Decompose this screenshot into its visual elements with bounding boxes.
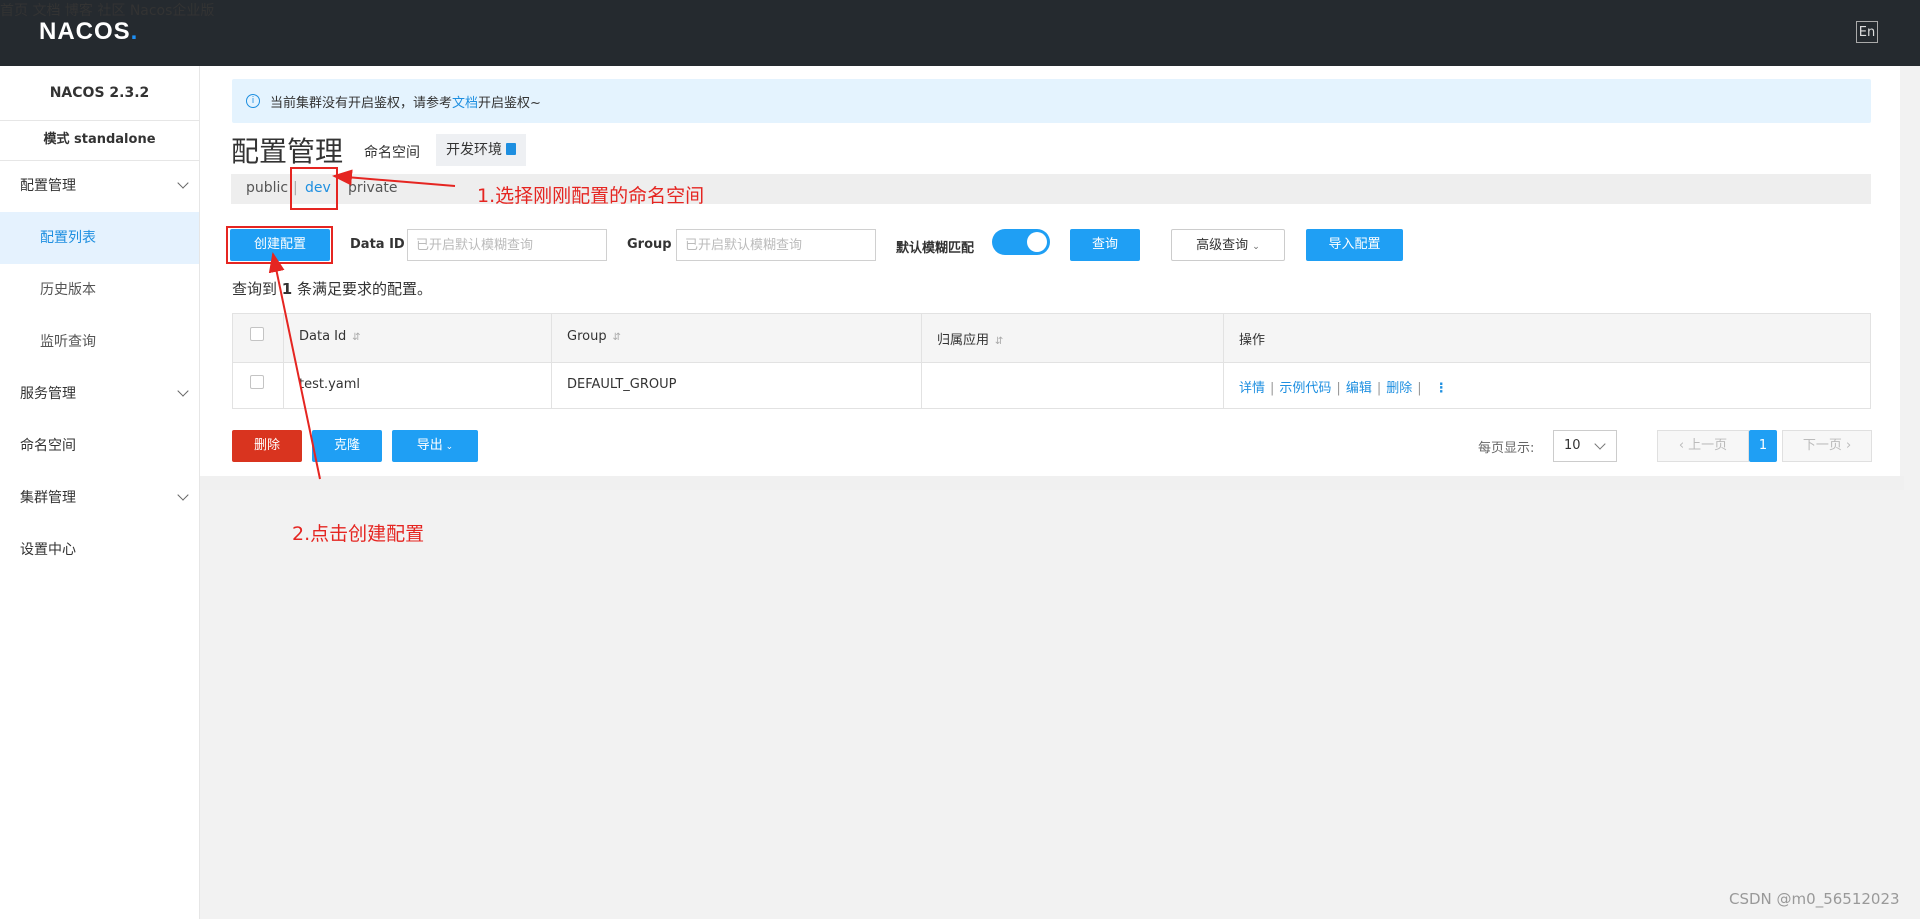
page-size-select[interactable]: 10 [1553, 430, 1617, 462]
sidebar-item-namespace[interactable]: 命名空间 [0, 420, 199, 472]
namespace-private[interactable]: private [348, 180, 398, 196]
sidebar-item-service-management[interactable]: 服务管理 [0, 368, 199, 420]
current-namespace-tag: 开发环境 [436, 134, 526, 166]
page-1-button[interactable]: 1 [1749, 430, 1777, 462]
data-id-input[interactable] [407, 229, 607, 261]
cell-group: DEFAULT_GROUP [567, 377, 677, 392]
chevron-down-icon [177, 489, 189, 501]
detail-link[interactable]: 详情 [1239, 381, 1265, 396]
sidebar-item-label: 配置管理 [20, 178, 76, 194]
sidebar-item-history[interactable]: 历史版本 [0, 264, 199, 316]
delete-link[interactable]: 删除 [1386, 381, 1412, 396]
edit-link[interactable]: 编辑 [1346, 381, 1372, 396]
advanced-search-button[interactable]: 高级查询 ⌄ [1171, 229, 1285, 261]
table-header [233, 314, 1870, 363]
chevron-left-icon: ‹ [1678, 438, 1689, 453]
nacos-logo[interactable]: NACOS. [39, 18, 138, 46]
sample-code-link[interactable]: 示例代码 [1279, 381, 1331, 396]
sidebar-item-listener-query[interactable]: 监听查询 [0, 316, 199, 368]
sidebar: NACOS 2.3.2 模式 standalone 配置管理 配置列表 历史版本… [0, 66, 200, 919]
page-title: 配置管理 [231, 135, 344, 168]
row-checkbox[interactable] [250, 375, 264, 389]
column-header-data-id[interactable]: Data Id ⇵ [299, 329, 361, 344]
chevron-down-icon: ⌄ [442, 442, 454, 452]
chevron-down-icon: ⌄ [1252, 242, 1260, 252]
namespace-public[interactable]: public [246, 180, 288, 196]
group-label: Group [627, 237, 672, 252]
column-header-app[interactable]: 归属应用 ⇵ [937, 329, 1003, 348]
nav-home[interactable]: 首页 [0, 3, 28, 19]
export-button[interactable]: 导出 ⌄ [392, 430, 478, 462]
import-config-button[interactable]: 导入配置 [1306, 229, 1403, 261]
fuzzy-match-toggle[interactable] [992, 229, 1050, 255]
sidebar-item-cluster-management[interactable]: 集群管理 [0, 472, 199, 524]
chevron-down-icon [177, 385, 189, 397]
sort-icon: ⇵ [612, 332, 621, 343]
column-header-actions: 操作 [1239, 333, 1266, 348]
notice-text: 当前集群没有开启鉴权，请参考文档开启鉴权~ [270, 96, 541, 111]
toggle-knob [1027, 232, 1047, 252]
data-id-label: Data ID [350, 237, 405, 252]
annotation-box-dev [290, 167, 338, 210]
column-divider [551, 314, 552, 408]
main-panel [200, 66, 1900, 476]
select-all-checkbox[interactable] [250, 327, 264, 341]
batch-delete-button[interactable]: 删除 [232, 430, 302, 462]
column-header-group[interactable]: Group ⇵ [567, 329, 621, 344]
page-size-label: 每页显示: [1478, 441, 1535, 456]
annotation-box-create [226, 226, 333, 264]
sidebar-item-config-list[interactable]: 配置列表 [0, 212, 199, 264]
nav-enterprise[interactable]: Nacos企业版 [130, 3, 215, 19]
group-input[interactable] [676, 229, 876, 261]
annotation-step1: 1.选择刚刚配置的命名空间 [477, 185, 705, 207]
more-actions-icon[interactable]: ⋮ [1435, 381, 1448, 396]
column-divider [283, 314, 284, 408]
nav-docs[interactable]: 文档 [32, 3, 60, 19]
horizontal-scrollbar[interactable] [200, 476, 1904, 490]
watermark: CSDN @m0_56512023 [1729, 890, 1900, 908]
config-table: Data Id ⇵ Group ⇵ 归属应用 ⇵ 操作 test.yaml DEFAU… [232, 313, 1871, 409]
sidebar-item-label: 服务管理 [20, 386, 76, 402]
copy-icon[interactable] [506, 143, 516, 155]
chevron-down-icon [1594, 438, 1606, 450]
namespace-label: 命名空间 [364, 145, 420, 161]
chevron-right-icon: › [1841, 438, 1852, 453]
search-button[interactable]: 查询 [1070, 229, 1140, 261]
top-navbar: NACOS. 首页 文档 博客 社区 Nacos企业版 En [0, 0, 1920, 66]
column-divider [921, 314, 922, 408]
cell-data-id: test.yaml [299, 377, 361, 392]
sidebar-item-label: 集群管理 [20, 490, 76, 506]
auth-notice: i 当前集群没有开启鉴权，请参考文档开启鉴权~ [232, 79, 1871, 123]
chevron-down-icon [177, 177, 189, 189]
sidebar-item-settings-center[interactable]: 设置中心 [0, 524, 199, 576]
cell-actions: 详情 | 示例代码 | 编辑 | 删除 | ⋮ [1239, 381, 1448, 396]
prev-page-button[interactable]: ‹ 上一页 [1657, 430, 1749, 462]
sort-icon: ⇵ [995, 336, 1004, 347]
sort-icon: ⇵ [352, 332, 361, 343]
nav-blog[interactable]: 博客 [65, 3, 93, 19]
mode-label: 模式 standalone [0, 120, 199, 161]
column-divider [1223, 314, 1224, 408]
vertical-scrollbar[interactable] [1904, 66, 1920, 476]
fuzzy-match-label: 默认模糊匹配 [896, 241, 975, 256]
annotation-step2: 2.点击创建配置 [292, 523, 425, 545]
clone-button[interactable]: 克隆 [312, 430, 382, 462]
docs-link[interactable]: 文档 [452, 96, 478, 111]
next-page-button[interactable]: 下一页 › [1782, 430, 1872, 462]
nav-community[interactable]: 社区 [97, 3, 125, 19]
info-icon: i [246, 94, 260, 108]
version-label: NACOS 2.3.2 [0, 66, 199, 121]
sidebar-item-config-management[interactable]: 配置管理 [0, 160, 199, 212]
language-switch[interactable]: En [1856, 21, 1878, 43]
result-summary: 查询到 1 条满足要求的配置。 [232, 280, 433, 298]
